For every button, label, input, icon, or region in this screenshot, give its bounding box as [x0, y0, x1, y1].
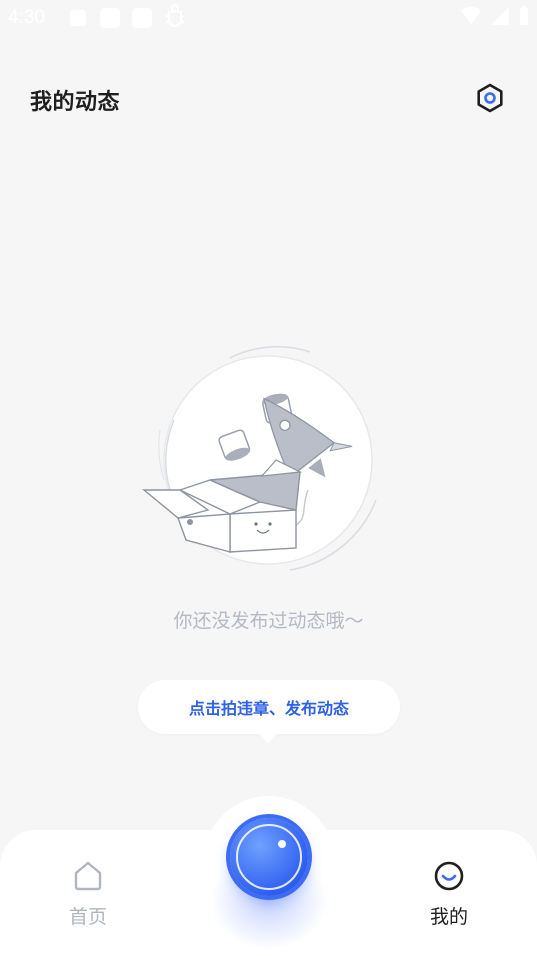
tab-mine[interactable]: 我的	[409, 860, 489, 929]
app-notification-icon	[100, 8, 120, 28]
tooltip-tail	[258, 732, 278, 744]
settings-button[interactable]	[474, 82, 506, 114]
publish-tooltip-text: 点击拍违章、发布动态	[188, 699, 349, 718]
settings-icon	[477, 83, 503, 113]
camera-lens-dot	[278, 840, 286, 848]
tab-home[interactable]: 首页	[48, 860, 128, 929]
notification-icon	[70, 10, 86, 26]
app-notification-icon-2	[132, 8, 152, 28]
camera-icon	[236, 824, 302, 890]
tab-home-label: 首页	[68, 906, 107, 928]
battery-icon	[520, 6, 528, 25]
page-title: 我的动态	[30, 90, 121, 115]
empty-state-illustration	[142, 345, 377, 571]
smiley-icon	[434, 861, 464, 891]
camera-button[interactable]	[230, 818, 308, 896]
home-icon	[74, 861, 102, 891]
bug-icon	[164, 4, 186, 34]
publish-tooltip[interactable]: 点击拍违章、发布动态	[138, 680, 400, 734]
status-time: 4:30	[8, 7, 45, 28]
empty-state-message: 你还没发布过动态哦～	[173, 610, 364, 632]
tab-mine-label: 我的	[429, 906, 468, 928]
signal-icon	[491, 7, 509, 25]
wifi-icon	[461, 7, 481, 24]
status-bar: 4:30	[0, 0, 537, 36]
